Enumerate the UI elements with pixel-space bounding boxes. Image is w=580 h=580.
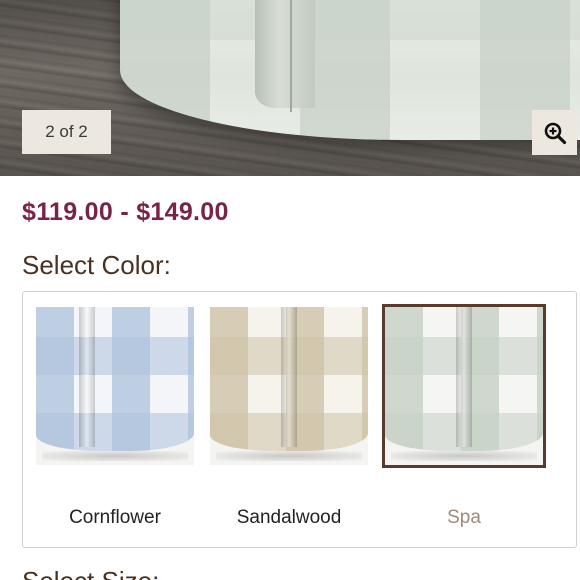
gingham-pattern bbox=[36, 307, 194, 451]
floor-shadow bbox=[391, 451, 537, 461]
price-range: $119.00 - $149.00 bbox=[22, 198, 229, 226]
pleat-fold bbox=[456, 307, 472, 447]
swatch-skirt-graphic bbox=[36, 307, 194, 465]
swatch-thumbnail bbox=[210, 307, 368, 465]
swatch-label: Sandalwood bbox=[236, 507, 342, 528]
skirt-pleat bbox=[255, 0, 315, 108]
color-swatch-panel: Cornflower Sandalwood Spa bbox=[22, 291, 577, 548]
swatch-spa[interactable]: Spa bbox=[382, 304, 551, 537]
pleat-fold bbox=[78, 307, 95, 447]
swatch-sandalwood[interactable]: Sandalwood bbox=[210, 307, 376, 537]
image-counter: 2 of 2 bbox=[22, 110, 111, 154]
swatch-thumbnail-selected bbox=[382, 304, 546, 468]
swatch-label: Cornflower bbox=[69, 507, 161, 528]
pleat-fold bbox=[281, 307, 297, 447]
floor-shadow bbox=[42, 451, 188, 461]
swatch-skirt-graphic bbox=[385, 307, 543, 465]
skirt-pleat-line bbox=[290, 0, 292, 112]
swatch-skirt-graphic bbox=[210, 307, 368, 465]
skirt-band bbox=[120, 0, 580, 40]
product-image[interactable]: 2 of 2 bbox=[0, 0, 580, 176]
zoom-in-icon bbox=[544, 122, 566, 144]
swatch-thumbnail bbox=[36, 307, 194, 465]
swatch-label: Spa bbox=[447, 507, 481, 528]
floor-shadow bbox=[216, 451, 362, 461]
select-size-heading: Select Size: bbox=[22, 566, 159, 580]
select-color-heading: Select Color: bbox=[22, 250, 171, 280]
swatch-cornflower[interactable]: Cornflower bbox=[36, 307, 202, 537]
zoom-button[interactable] bbox=[532, 110, 577, 155]
